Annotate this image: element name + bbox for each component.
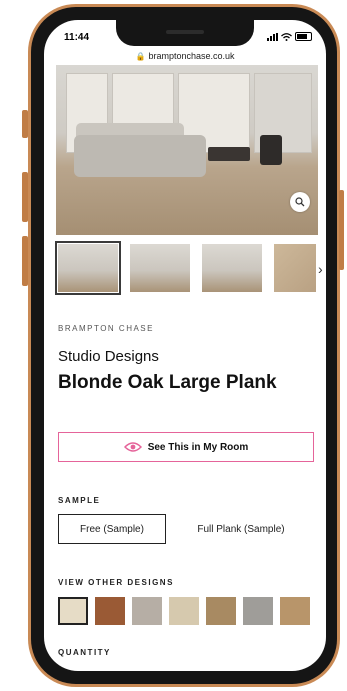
wifi-icon [281, 33, 292, 41]
sample-option-free-label: Free (Sample) [80, 523, 144, 535]
notch [116, 20, 254, 46]
see-in-room-label: See This in My Room [147, 441, 249, 453]
lock-icon: 🔒 [135, 52, 146, 61]
product-hero-image[interactable] [56, 65, 318, 235]
volume-up-button [22, 172, 28, 222]
see-in-room-button[interactable]: See This in My Room [58, 432, 314, 462]
design-swatch[interactable] [280, 597, 310, 625]
product-range: Studio Designs [58, 348, 159, 365]
design-swatch[interactable] [169, 597, 199, 625]
design-swatch[interactable] [243, 597, 273, 625]
design-swatch[interactable] [58, 597, 88, 625]
zoom-button[interactable] [290, 192, 310, 212]
sample-option-free[interactable]: Free (Sample) [58, 514, 166, 544]
power-button [339, 190, 344, 270]
chevron-right-icon[interactable]: › [318, 262, 323, 276]
status-time: 11:44 [64, 32, 90, 43]
brand-name: BRAMPTON CHASE [58, 324, 154, 333]
sample-option-full-plank-label: Full Plank (Sample) [197, 523, 285, 535]
quantity-label: QUANTITY [58, 648, 111, 657]
battery-icon [295, 32, 312, 41]
status-icons [267, 32, 312, 41]
url-text: bramptonchase.co.uk [148, 51, 235, 61]
other-designs-label: VIEW OTHER DESIGNS [58, 578, 174, 587]
design-swatch[interactable] [206, 597, 236, 625]
thumbnail-room-view-1[interactable] [55, 241, 121, 295]
search-icon [295, 197, 305, 207]
volume-down-button [22, 236, 28, 286]
sample-section-label: SAMPLE [58, 496, 101, 505]
address-bar[interactable]: 🔒 bramptonchase.co.uk [44, 51, 326, 61]
design-swatch[interactable] [132, 597, 162, 625]
design-swatch[interactable] [95, 597, 125, 625]
product-title: Blonde Oak Large Plank [58, 372, 277, 393]
thumbnail-plank-swatch[interactable] [274, 244, 316, 292]
sample-option-full-plank[interactable]: Full Plank (Sample) [174, 514, 308, 544]
screen: 11:44 🔒 bramptonchase.co.uk › BRAMPTON C… [44, 20, 326, 671]
mute-switch [22, 110, 28, 138]
thumbnail-room-view-3[interactable] [202, 244, 262, 292]
thumbnail-room-view-2[interactable] [130, 244, 190, 292]
signal-icon [267, 33, 278, 41]
eye-icon [123, 442, 142, 452]
